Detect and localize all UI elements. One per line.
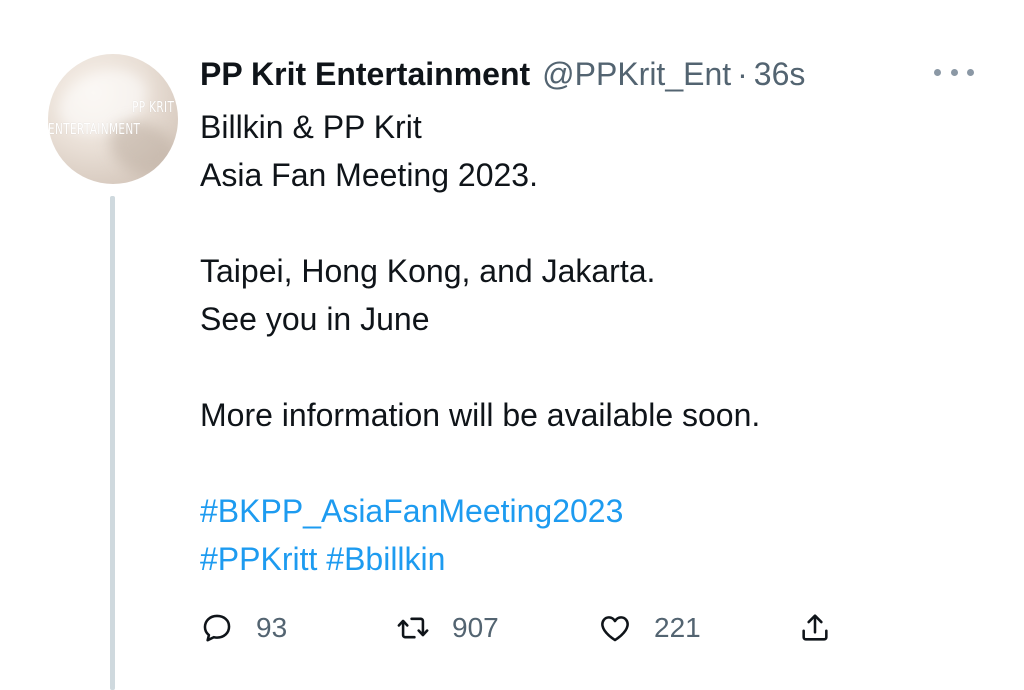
hashtag-link[interactable]: #PPKritt bbox=[200, 541, 317, 577]
retweet-icon bbox=[397, 617, 429, 639]
tweet-text: Billkin & PP Krit Asia Fan Meeting 2023.… bbox=[200, 103, 1000, 583]
more-dot bbox=[950, 68, 958, 76]
tweet-line: Asia Fan Meeting 2023. bbox=[200, 157, 538, 193]
avatar-logo-text-top: PP KRIT bbox=[131, 98, 174, 116]
share-icon bbox=[802, 614, 828, 641]
hashtag-link[interactable]: #Bbillkin bbox=[326, 541, 445, 577]
tweet[interactable]: PP KRIT ENTERTAINMENT PP Krit Entertainm… bbox=[0, 0, 1024, 690]
display-name[interactable]: PP Krit Entertainment bbox=[200, 56, 530, 93]
avatar[interactable]: PP KRIT ENTERTAINMENT bbox=[48, 54, 178, 184]
tweet-header: PP Krit Entertainment @PPKrit_Ent · 36s bbox=[200, 52, 805, 96]
avatar-logo-text-bottom: ENTERTAINMENT bbox=[48, 120, 141, 138]
retweet-button[interactable]: 907 bbox=[396, 606, 499, 650]
more-dot bbox=[934, 68, 941, 76]
tweet-line: Taipei, Hong Kong, and Jakarta. bbox=[200, 253, 656, 289]
hashtag-line: #PPKritt #Bbillkin bbox=[200, 535, 1000, 583]
tweet-line: More information will be available soon. bbox=[200, 397, 761, 433]
thread-connector-line bbox=[110, 196, 115, 690]
like-button[interactable]: 221 bbox=[598, 606, 701, 650]
like-count: 221 bbox=[654, 612, 701, 643]
retweet-count: 907 bbox=[452, 612, 499, 643]
tweet-actions: 93 907 221 bbox=[200, 606, 860, 650]
more-icon[interactable] bbox=[934, 60, 974, 84]
reply-count: 93 bbox=[256, 612, 288, 643]
user-handle[interactable]: @PPKrit_Ent bbox=[542, 56, 731, 93]
share-button[interactable] bbox=[798, 606, 832, 650]
heart-icon bbox=[601, 616, 629, 642]
hashtag-line: #BKPP_AsiaFanMeeting2023 bbox=[200, 487, 1000, 535]
separator-dot: · bbox=[737, 55, 748, 92]
reply-button[interactable]: 93 bbox=[200, 606, 287, 650]
more-dot bbox=[967, 68, 974, 76]
tweet-line: See you in June bbox=[200, 301, 430, 337]
tweet-line: Billkin & PP Krit bbox=[200, 109, 422, 145]
hashtag-link[interactable]: #BKPP_AsiaFanMeeting2023 bbox=[200, 493, 623, 529]
reply-icon bbox=[203, 614, 231, 642]
timestamp[interactable]: 36s bbox=[754, 56, 806, 93]
